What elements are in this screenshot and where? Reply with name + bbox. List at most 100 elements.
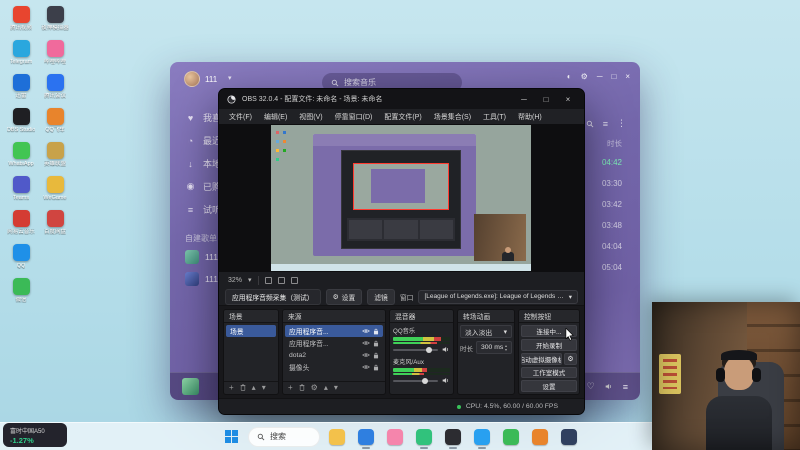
taskbar-wechat[interactable] (499, 425, 523, 449)
studio-mode-button[interactable]: 工作室模式 (521, 366, 577, 379)
layout-tool-icon[interactable] (277, 276, 285, 284)
like-icon[interactable]: ♡ (587, 381, 595, 392)
menu-item[interactable]: 帮助(H) (512, 112, 548, 122)
source-down-button[interactable]: ▾ (334, 384, 338, 392)
skin-icon[interactable]: ◐ (567, 72, 572, 81)
lock-icon[interactable] (373, 328, 379, 335)
slider-knob[interactable] (426, 346, 432, 353)
remove-scene-button[interactable] (240, 383, 246, 393)
search-tracks-icon[interactable] (586, 120, 594, 128)
lock-icon[interactable] (373, 340, 379, 347)
close-button[interactable]: × (625, 72, 630, 81)
visibility-icon[interactable] (362, 364, 370, 370)
lock-icon[interactable] (373, 352, 379, 359)
scene-up-button[interactable]: ▴ (252, 384, 256, 392)
start-button[interactable] (219, 425, 243, 449)
visibility-icon[interactable] (362, 352, 370, 358)
add-source-button[interactable]: + (288, 384, 293, 392)
taskbar-search[interactable]: 搜索 (248, 426, 320, 447)
filters-button[interactable]: 滤镜 (367, 288, 395, 305)
desktop-icon[interactable]: 哔哩哔哩 (40, 40, 70, 65)
menu-item[interactable]: 停靠窗口(D) (329, 112, 379, 122)
desktop-icon[interactable]: 网易云音乐 (6, 210, 36, 235)
obs-minimize-button[interactable]: ─ (516, 95, 532, 104)
menu-item[interactable]: 编辑(E) (258, 112, 293, 122)
source-item[interactable]: 摄像头 (285, 361, 383, 373)
desktop-icon[interactable]: Telegram (6, 40, 36, 65)
source-properties-button[interactable]: ⚙ (311, 384, 318, 392)
taskbar-file-explorer[interactable] (325, 425, 349, 449)
play-queue-icon[interactable]: ≡ (623, 382, 628, 392)
more-icon[interactable]: ⋮ (617, 118, 626, 129)
desktop-icon[interactable]: OBS Studio (6, 108, 36, 133)
desktop-icon[interactable]: 腾讯视频 (6, 6, 36, 31)
lock-icon[interactable] (373, 364, 379, 371)
scene-down-button[interactable]: ▾ (262, 384, 266, 392)
desktop-icon[interactable]: 腾讯会议 (40, 74, 70, 99)
taskbar-edge-browser[interactable] (354, 425, 378, 449)
preview-canvas[interactable] (271, 125, 531, 271)
desktop-icon[interactable]: 夜神模拟器 (40, 6, 70, 31)
taskbar-game-launcher[interactable] (528, 425, 552, 449)
remove-source-button[interactable] (299, 383, 305, 393)
snap-tool-icon[interactable] (290, 276, 298, 284)
obs-close-button[interactable]: × (560, 95, 576, 104)
transition-select[interactable]: 淡入淡出 ▾ (460, 325, 512, 338)
desktop-icon[interactable]: Teams (6, 176, 36, 201)
taskbar-qq-music[interactable] (412, 425, 436, 449)
scene-item[interactable]: 场景 (226, 325, 276, 337)
window-select[interactable]: [League of Legends.exe]: League of Legen… (418, 289, 578, 304)
desktop-icon[interactable]: QQ飞车 (40, 108, 70, 133)
stock-widget[interactable]: 富时中国A50 -1.27% (3, 423, 67, 447)
duration-spinner[interactable]: 300 ms ▴ ▾ (476, 341, 512, 354)
desktop-icon[interactable]: 英雄联盟 (40, 142, 70, 167)
desktop-icon[interactable]: 百度网盘 (40, 210, 70, 235)
source-up-button[interactable]: ▴ (324, 384, 328, 392)
speaker-icon[interactable] (442, 377, 450, 384)
add-scene-button[interactable]: + (229, 384, 234, 392)
menu-item[interactable]: 文件(F) (223, 112, 258, 122)
start-record-button[interactable]: 开始录制 (521, 338, 577, 351)
virtual-cam-config-button[interactable]: ⚙ (564, 352, 577, 365)
speaker-icon[interactable] (442, 346, 450, 353)
settings-gear-icon[interactable]: ⚙ (581, 72, 588, 81)
obs-settings-button[interactable]: 设置 (521, 380, 577, 392)
maximize-button[interactable]: □ (611, 72, 616, 81)
obs-maximize-button[interactable]: □ (538, 95, 554, 104)
zoom-dropdown-icon[interactable]: ▾ (248, 276, 252, 284)
spinner-arrows[interactable]: ▴ ▾ (505, 343, 507, 352)
desktop-icon[interactable]: WhatsApp (6, 142, 36, 167)
volume-slider[interactable] (393, 346, 438, 353)
minimize-button[interactable]: ─ (597, 72, 603, 81)
taskbar-qq[interactable] (470, 425, 494, 449)
slider-knob[interactable] (422, 377, 429, 384)
taskbar-obs-studio[interactable] (441, 425, 465, 449)
visibility-icon[interactable] (362, 340, 370, 346)
desktop-icon[interactable]: WeGame (40, 176, 70, 201)
source-item[interactable]: 应用程序音... (285, 325, 383, 337)
menu-item[interactable]: 配置文件(P) (378, 112, 427, 122)
source-item[interactable]: 应用程序音... (285, 337, 383, 349)
taskbar-steam[interactable] (557, 425, 581, 449)
volume-icon[interactable] (605, 383, 613, 390)
taskbar-bilibili[interactable] (383, 425, 407, 449)
desktop-icon[interactable]: 微信 (6, 278, 36, 303)
playlist-section-label[interactable]: 自建歌单 (185, 233, 217, 244)
desktop-icon[interactable]: 迅雷 (6, 74, 36, 99)
selected-source-tab[interactable]: 应用程序音频采集（测试） (225, 288, 321, 305)
properties-button[interactable]: ⚙ 设置 (325, 288, 363, 305)
menu-item[interactable]: 场景集合(S) (428, 112, 477, 122)
visibility-icon[interactable] (362, 328, 370, 334)
start-stream-button[interactable]: 连接中... (521, 325, 577, 337)
desktop-icon[interactable]: QQ (6, 244, 36, 269)
source-item[interactable]: dota2 (285, 349, 383, 361)
user-name[interactable]: 111 (205, 75, 217, 84)
album-art[interactable] (182, 378, 199, 395)
canvas-tool-icon[interactable] (264, 276, 272, 284)
volume-slider[interactable] (393, 377, 438, 384)
menu-item[interactable]: 工具(T) (477, 112, 512, 122)
virtual-cam-button[interactable]: 启动虚拟摄像机 (521, 352, 562, 365)
user-avatar[interactable] (184, 71, 200, 87)
zoom-level[interactable]: 32% (228, 277, 242, 284)
sort-icon[interactable]: ≡ (603, 119, 608, 129)
